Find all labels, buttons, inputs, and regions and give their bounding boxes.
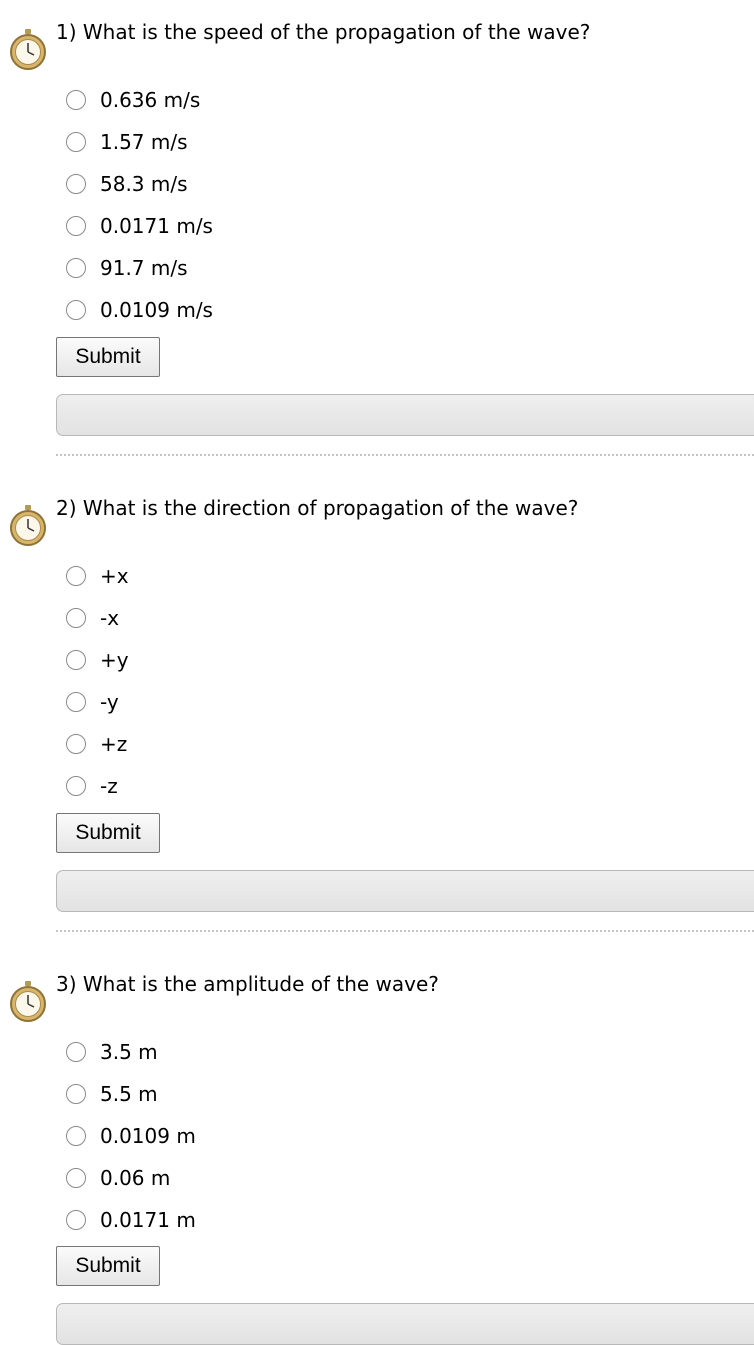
- submit-button[interactable]: Submit: [56, 813, 160, 853]
- radio-button[interactable]: [66, 174, 86, 194]
- submit-button[interactable]: Submit: [56, 1246, 160, 1286]
- question-separator: [56, 930, 754, 932]
- option-label[interactable]: 0.0109 m/s: [100, 298, 213, 322]
- option-label[interactable]: -y: [100, 690, 119, 714]
- option-label[interactable]: +y: [100, 648, 129, 672]
- radio-button[interactable]: [66, 1084, 86, 1104]
- stopwatch-icon: [10, 981, 46, 1022]
- stopwatch-icon: [10, 505, 46, 546]
- radio-button[interactable]: [66, 1210, 86, 1230]
- radio-button[interactable]: [66, 1042, 86, 1062]
- radio-button[interactable]: [66, 1168, 86, 1188]
- option-label[interactable]: +x: [100, 564, 129, 588]
- radio-button[interactable]: [66, 90, 86, 110]
- option-label[interactable]: -x: [100, 606, 119, 630]
- radio-button[interactable]: [66, 1126, 86, 1146]
- option-label[interactable]: 3.5 m: [100, 1040, 158, 1064]
- feedback-box: [56, 1303, 754, 1345]
- option-label[interactable]: 0.06 m: [100, 1166, 170, 1190]
- submit-button[interactable]: Submit: [56, 337, 160, 377]
- radio-button[interactable]: [66, 776, 86, 796]
- question-text: 3) What is the amplitude of the wave?: [56, 972, 439, 996]
- option-label[interactable]: 0.0171 m: [100, 1208, 196, 1232]
- question-separator: [56, 454, 754, 456]
- feedback-box: [56, 394, 754, 436]
- radio-button[interactable]: [66, 132, 86, 152]
- option-label[interactable]: +z: [100, 732, 127, 756]
- stopwatch-icon: [10, 29, 46, 70]
- feedback-box: [56, 870, 754, 912]
- question-text: 2) What is the direction of propagation …: [56, 496, 579, 520]
- option-label[interactable]: -z: [100, 774, 118, 798]
- option-label[interactable]: 0.636 m/s: [100, 88, 200, 112]
- radio-button[interactable]: [66, 216, 86, 236]
- radio-button[interactable]: [66, 566, 86, 586]
- radio-button[interactable]: [66, 300, 86, 320]
- option-label[interactable]: 91.7 m/s: [100, 256, 188, 280]
- radio-button[interactable]: [66, 608, 86, 628]
- question-text: 1) What is the speed of the propagation …: [56, 20, 591, 44]
- option-label[interactable]: 58.3 m/s: [100, 172, 188, 196]
- radio-button[interactable]: [66, 258, 86, 278]
- radio-button[interactable]: [66, 734, 86, 754]
- radio-button[interactable]: [66, 692, 86, 712]
- radio-button[interactable]: [66, 650, 86, 670]
- option-label[interactable]: 1.57 m/s: [100, 130, 188, 154]
- option-label[interactable]: 5.5 m: [100, 1082, 158, 1106]
- option-label[interactable]: 0.0109 m: [100, 1124, 196, 1148]
- option-label[interactable]: 0.0171 m/s: [100, 214, 213, 238]
